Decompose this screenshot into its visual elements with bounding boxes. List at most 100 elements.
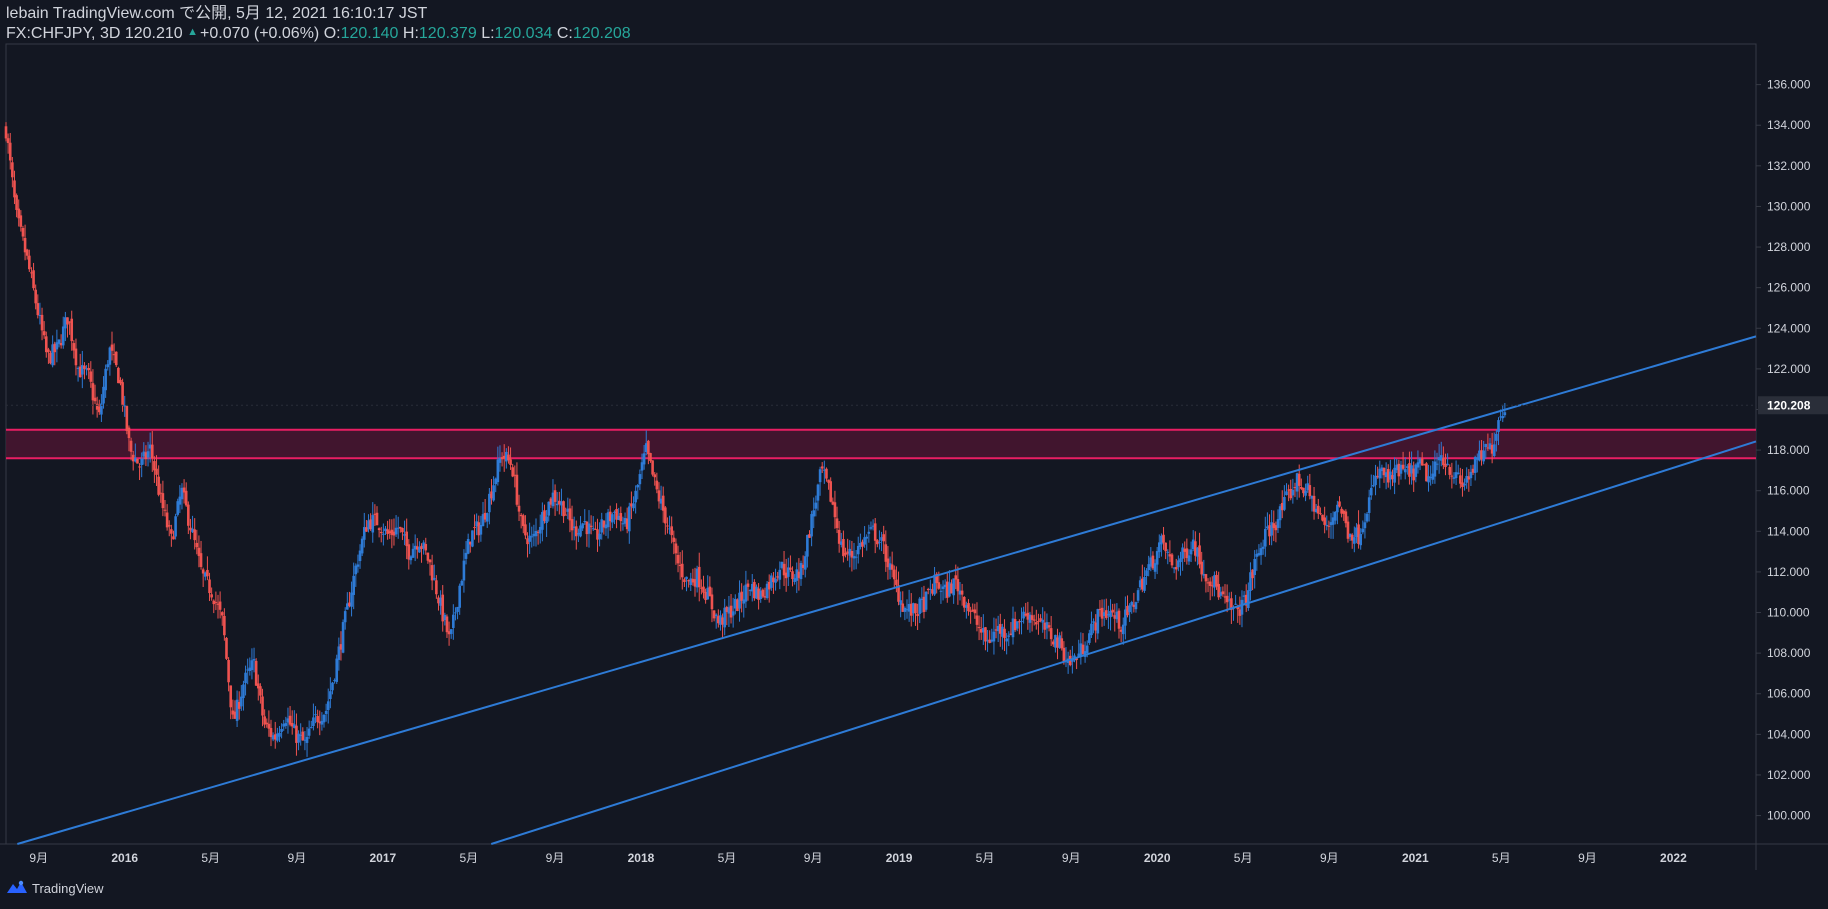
price-tick-label-15: 130.000 — [1767, 199, 1811, 213]
candle-body-221 — [473, 527, 476, 529]
candle-body-165 — [354, 565, 358, 575]
time-tick-label-14: 5月 — [1234, 851, 1253, 865]
candle-body-408 — [869, 527, 873, 529]
candle-body-286 — [611, 514, 614, 523]
time-tick-label-11: 5月 — [976, 851, 995, 865]
candle-body-224 — [479, 524, 483, 535]
candle-body-64 — [140, 458, 143, 466]
price-tick-label-0: 100.000 — [1767, 809, 1811, 823]
candle-body-305 — [651, 460, 654, 475]
candle-body-583 — [1240, 599, 1244, 615]
candle-body-151 — [324, 710, 328, 714]
candle-body-86 — [187, 504, 190, 526]
candle-body-294 — [627, 506, 631, 532]
candle-body-479 — [1020, 620, 1023, 622]
candle-body-212 — [454, 612, 457, 614]
time-tick-label-1: 2016 — [111, 851, 138, 865]
candle-body-198 — [424, 544, 428, 551]
candle-body-629 — [1338, 501, 1341, 507]
price-tick-label-11: 122.000 — [1767, 362, 1811, 376]
candle-body-636 — [1353, 537, 1356, 544]
candle-body-227 — [485, 513, 489, 522]
candle-body-175 — [375, 512, 379, 526]
time-tick-label-8: 5月 — [718, 851, 737, 865]
candle-body-554 — [1179, 558, 1182, 563]
candle-body-2 — [8, 142, 12, 161]
candle-body-410 — [873, 523, 877, 541]
candle-body-704 — [1497, 420, 1500, 432]
candle-body-208 — [445, 616, 449, 633]
candle-body-269 — [574, 526, 578, 537]
candle-body-707 — [1503, 412, 1507, 416]
candle-body-600 — [1276, 519, 1280, 528]
candle-body-121 — [261, 696, 264, 716]
time-tick-label-3: 9月 — [288, 851, 307, 865]
candle-body-103 — [223, 615, 226, 636]
candle-body-412 — [878, 541, 881, 543]
candle-body-42 — [93, 397, 97, 402]
tradingview-logo-icon — [6, 880, 28, 897]
candle-body-620 — [1319, 513, 1322, 515]
candle-body-106 — [229, 685, 233, 708]
candle-body-75 — [163, 509, 167, 511]
candle-body-534 — [1136, 590, 1140, 601]
candle-body-95 — [206, 569, 209, 577]
candle-body-312 — [666, 525, 669, 527]
trendlines[interactable] — [17, 335, 1757, 845]
candle-body-145 — [312, 717, 315, 727]
time-tick-label-12: 9月 — [1062, 851, 1081, 865]
time-axis[interactable]: 9月 2016 5月 9月 2017 5月 9月 2018 5月 9月 2019 5月 9月 2020 5月… — [29, 851, 1687, 865]
candle-body-434 — [924, 591, 928, 610]
candle-body-349 — [744, 584, 748, 602]
candle-body-515 — [1096, 609, 1100, 634]
candle-body-420 — [895, 579, 898, 585]
candle-body-160 — [343, 611, 347, 623]
candle-body-184 — [394, 527, 398, 535]
candle-body-499 — [1062, 647, 1066, 662]
candle-body-142 — [305, 737, 309, 743]
time-tick-label-15: 9月 — [1320, 851, 1339, 865]
candle-body-401 — [854, 556, 858, 558]
candle-body-237 — [507, 454, 510, 461]
price-tick-label-6: 112.000 — [1767, 565, 1810, 579]
candle-body-660 — [1403, 469, 1407, 473]
candle-body-214 — [458, 585, 461, 608]
candle-body-659 — [1401, 464, 1405, 469]
candle-body-255 — [545, 516, 548, 523]
candle-body-220 — [471, 530, 474, 547]
candle-body-685 — [1456, 472, 1460, 475]
candle-body-492 — [1047, 625, 1051, 628]
candle-body-280 — [598, 533, 601, 540]
candle-body-211 — [452, 614, 455, 628]
candle-body-303 — [647, 440, 650, 455]
price-tick-label-16: 132.000 — [1767, 159, 1811, 173]
time-tick-label-10: 2019 — [886, 851, 913, 865]
candle-body-177 — [379, 532, 383, 534]
candle-body-457 — [973, 609, 977, 614]
price-axis[interactable]: 100.000 102.000 104.000 106.000 108.000 110.0… — [1756, 78, 1828, 823]
candle-body-391 — [833, 502, 837, 518]
candle-body-97 — [210, 594, 213, 598]
candle-body-69 — [150, 444, 154, 459]
candle-body-377 — [803, 556, 807, 570]
candle-body-147 — [316, 716, 319, 723]
candle-body-441 — [939, 590, 943, 592]
candle-body-27 — [61, 326, 65, 346]
candle-body-484 — [1030, 615, 1034, 620]
candle-body-607 — [1291, 489, 1295, 496]
candle-body-512 — [1090, 623, 1093, 636]
candle-body-118 — [254, 660, 258, 686]
candle-body-112 — [242, 684, 245, 699]
candle-body-431 — [918, 598, 922, 614]
time-tick-label-0: 9月 — [29, 851, 48, 865]
candle-body-498 — [1060, 638, 1064, 649]
price-chart[interactable]: 100.000 102.000 104.000 106.000 108.000 110.0… — [0, 0, 1828, 909]
candle-body-154 — [331, 682, 334, 691]
candle-body-316 — [674, 543, 678, 554]
footer-branding[interactable]: TradingView — [6, 880, 104, 897]
price-tick-label-18: 136.000 — [1767, 78, 1811, 92]
candle-body-250 — [534, 530, 538, 537]
candle-body-301 — [642, 453, 646, 465]
candle-body-117 — [252, 659, 256, 661]
candle-body-589 — [1253, 558, 1256, 576]
